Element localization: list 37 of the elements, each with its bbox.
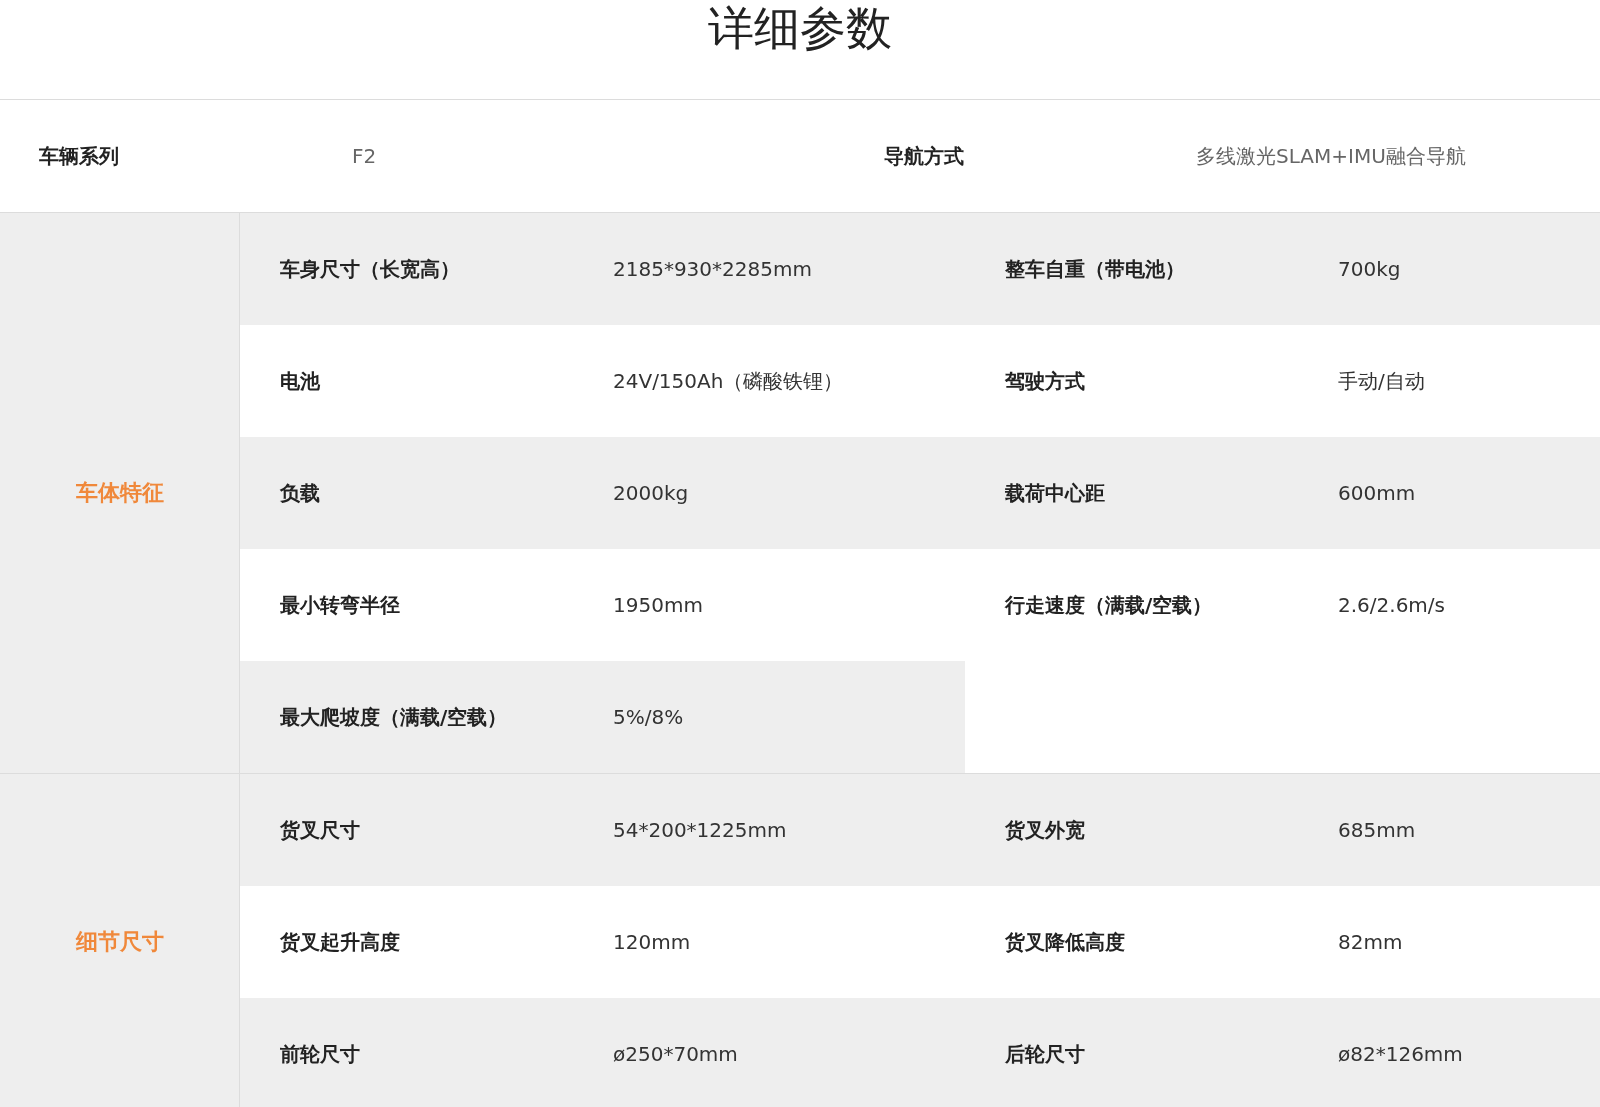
spec-value: 多线激光SLAM+IMU融合导航 <box>1196 142 1467 170</box>
spec-value: ø82*126mm <box>1338 998 1600 1107</box>
spec-label: 货叉尺寸 <box>240 774 613 886</box>
spec-value: 82mm <box>1338 929 1404 956</box>
spec-value: ø250*70mm <box>613 998 965 1107</box>
section-label: 车体特征 <box>0 213 240 773</box>
spec-value: 54*200*1225mm <box>613 774 965 886</box>
spec-value: 120mm <box>613 929 692 956</box>
page-title: 详细参数 <box>708 0 892 56</box>
spec-value: 685mm <box>1338 774 1600 886</box>
spec-label: 整车自重（带电池） <box>965 213 1338 325</box>
spec-label: 最小转弯半径 <box>279 591 401 619</box>
spec-label: 货叉降低高度 <box>1004 928 1126 956</box>
spec-value: F2 <box>352 144 378 168</box>
spec-label: 驾驶方式 <box>1004 367 1086 395</box>
spec-value: 24V/150Ah（磷酸铁锂） <box>613 367 845 395</box>
spec-label: 导航方式 <box>884 142 965 170</box>
spec-label: 货叉起升高度 <box>279 928 401 956</box>
spec-value: 1950mm <box>613 592 704 619</box>
spec-label: 车身尺寸（长宽高） <box>240 213 613 325</box>
spec-label: 后轮尺寸 <box>965 998 1338 1107</box>
spec-label: 负载 <box>240 437 613 549</box>
spec-value: 5%/8% <box>613 661 965 773</box>
spec-label: 前轮尺寸 <box>240 998 613 1107</box>
spec-label: 货叉外宽 <box>965 774 1338 886</box>
spec-value: 2000kg <box>613 437 965 549</box>
spec-label: 行走速度（满载/空载） <box>1003 591 1214 619</box>
spec-value: 2185*930*2285mm <box>613 213 965 325</box>
section-label: 细节尺寸 <box>0 774 240 1107</box>
spec-label: 电池 <box>279 367 321 395</box>
spec-value: 600mm <box>1338 437 1600 549</box>
spec-label: 载荷中心距 <box>965 437 1338 549</box>
spec-value: 手动/自动 <box>1338 367 1426 395</box>
spec-label: 最大爬坡度（满载/空载） <box>240 661 613 773</box>
spec-label: 车辆系列 <box>38 142 120 170</box>
spec-value: 700kg <box>1338 213 1600 325</box>
spec-value: 2.6/2.6m/s <box>1338 592 1446 619</box>
